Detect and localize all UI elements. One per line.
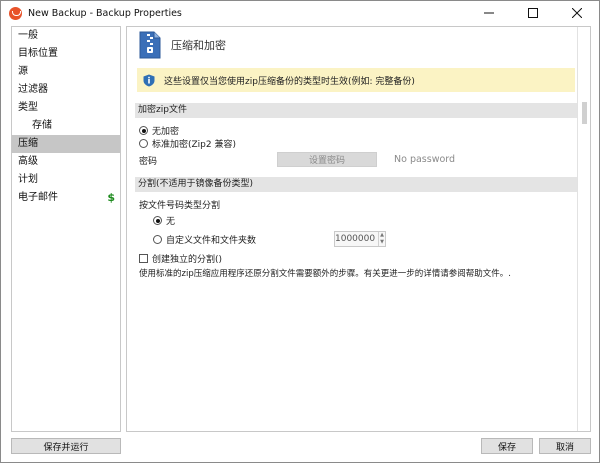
save-button[interactable]: 保存	[481, 438, 533, 454]
radio-standard-encryption-label: 标准加密(Zip2 兼容)	[152, 140, 236, 150]
radio-no-encryption[interactable]: 无加密	[139, 124, 179, 137]
close-button[interactable]	[555, 1, 599, 25]
sidebar-item-advanced[interactable]: 高级	[12, 153, 120, 171]
checkbox-indicator[interactable]	[139, 254, 148, 263]
window-controls	[467, 1, 599, 25]
info-banner: 这些设置仅当您使用zip压缩备份的类型时生效(例如: 完整备份)	[137, 68, 575, 92]
password-label: 密码	[139, 157, 158, 167]
minimize-button[interactable]	[467, 1, 511, 25]
sidebar-nav: 一般 目标位置 源 过滤器 类型 存储 压缩 高级 计划 电子邮件 $	[11, 26, 121, 432]
sidebar-item-email[interactable]: 电子邮件 $	[12, 189, 120, 207]
stepper-down-icon[interactable]: ▼	[379, 239, 385, 246]
file-count-value[interactable]: 1000000	[335, 234, 378, 244]
set-password-button[interactable]: 设置密码	[277, 152, 377, 167]
radio-indicator[interactable]	[139, 126, 148, 135]
radio-indicator[interactable]	[139, 139, 148, 148]
shield-info-icon	[143, 74, 155, 86]
radio-indicator[interactable]	[153, 235, 162, 244]
sidebar-item-type[interactable]: 类型	[12, 99, 120, 117]
split-section-header: 分割(不适用于镜像备份类型)	[135, 177, 577, 192]
radio-split-custom-label: 自定义文件和文件夹数	[166, 236, 257, 246]
minimize-icon	[484, 12, 494, 14]
close-icon	[572, 8, 582, 18]
sidebar-item-storage[interactable]: 存储	[12, 117, 120, 135]
password-status: No password	[394, 154, 456, 165]
file-count-stepper[interactable]: 1000000 ▲ ▼	[334, 231, 386, 247]
sidebar-item-email-label: 电子邮件	[18, 192, 58, 203]
maximize-button[interactable]	[511, 1, 555, 25]
sidebar-item-compression[interactable]: 压缩	[12, 135, 120, 153]
scrollbar[interactable]	[577, 27, 590, 431]
app-logo-icon	[9, 6, 22, 20]
zip-file-icon	[139, 31, 161, 59]
stepper-up-icon[interactable]: ▲	[379, 232, 385, 239]
radio-split-none-label: 无	[166, 217, 176, 227]
sidebar-item-source[interactable]: 源	[12, 63, 120, 81]
radio-standard-encryption[interactable]: 标准加密(Zip2 兼容)	[139, 137, 236, 150]
radio-split-custom[interactable]: 自定义文件和文件夹数	[153, 233, 256, 246]
sidebar-item-general[interactable]: 一般	[12, 27, 120, 45]
save-and-run-button[interactable]: 保存并运行	[11, 438, 121, 454]
independent-split-label: 创建独立的分割()	[152, 255, 223, 265]
encrypt-section-header: 加密zip文件	[135, 103, 577, 118]
compression-panel: 压缩和加密 这些设置仅当您使用zip压缩备份的类型时生效(例如: 完整备份) 加…	[126, 26, 591, 432]
stepper-arrows[interactable]: ▲ ▼	[378, 232, 385, 246]
sidebar-item-destination[interactable]: 目标位置	[12, 45, 120, 63]
dollar-icon: $	[107, 191, 115, 204]
independent-split-checkbox[interactable]: 创建独立的分割()	[139, 252, 222, 265]
title-bar: New Backup - Backup Properties	[1, 1, 599, 25]
panel-header: 压缩和加密	[139, 31, 226, 59]
maximize-icon	[528, 8, 538, 18]
cancel-button[interactable]: 取消	[539, 438, 591, 454]
radio-indicator[interactable]	[153, 216, 162, 225]
split-by-label: 按文件号码类型分割	[139, 201, 221, 211]
split-note: 使用标准的zip压缩应用程序还原分割文件需要额外的步骤。有关更进一步的详情请参阅…	[139, 269, 511, 279]
radio-no-encryption-label: 无加密	[152, 127, 180, 137]
sidebar-item-filters[interactable]: 过滤器	[12, 81, 120, 99]
info-text: 这些设置仅当您使用zip压缩备份的类型时生效(例如: 完整备份)	[164, 76, 415, 87]
window-title: New Backup - Backup Properties	[28, 7, 182, 19]
radio-split-none[interactable]: 无	[153, 214, 175, 227]
backup-properties-window: New Backup - Backup Properties 一般 目标位置 源…	[0, 0, 600, 463]
page-title: 压缩和加密	[171, 39, 226, 52]
sidebar-item-schedule[interactable]: 计划	[12, 171, 120, 189]
